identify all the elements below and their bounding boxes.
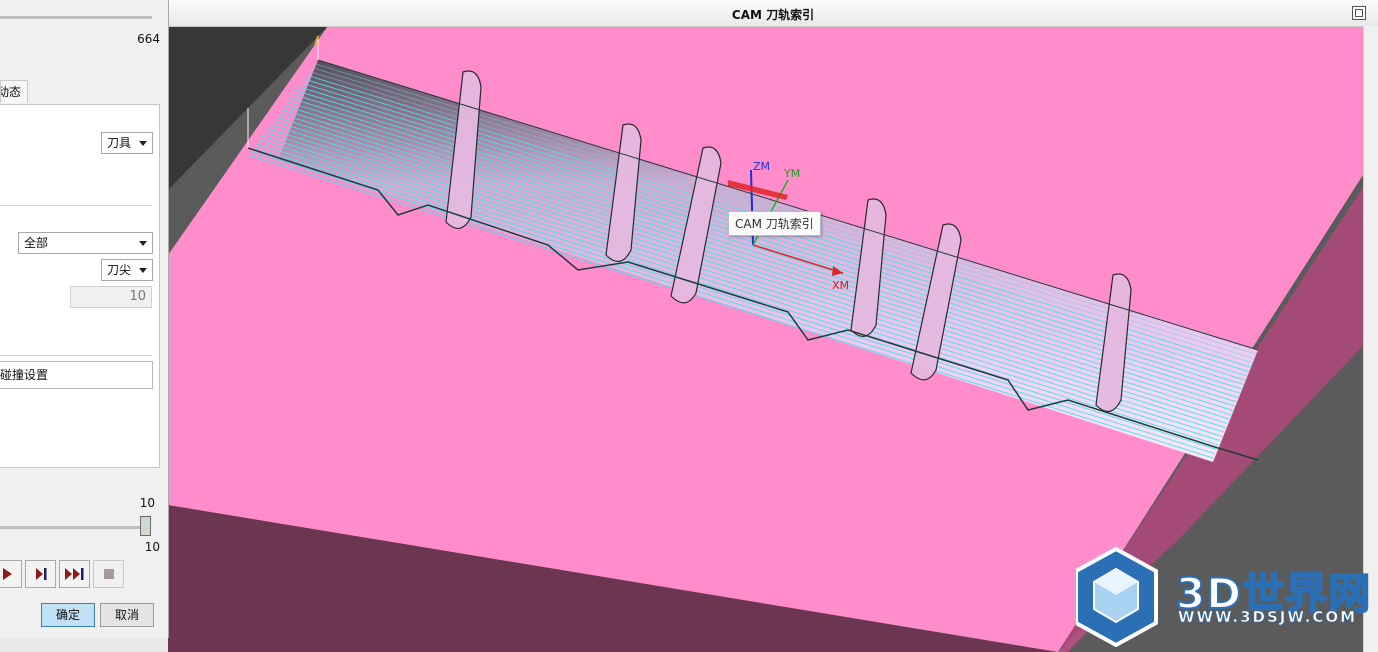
stop-icon bbox=[103, 569, 114, 579]
status-strip bbox=[0, 638, 168, 652]
point-dropdown[interactable]: 刀尖 bbox=[101, 259, 153, 281]
axis-label-z: ZM bbox=[753, 160, 771, 173]
viewport-title: CAM 刀轨索引 bbox=[731, 8, 815, 22]
scope-dropdown[interactable]: 全部 bbox=[18, 232, 153, 254]
divider bbox=[0, 355, 152, 356]
animation-slider[interactable] bbox=[0, 526, 144, 529]
tooltip: CAM 刀轨索引 bbox=[728, 211, 821, 236]
top-value: 664 bbox=[137, 32, 160, 46]
chevron-down-icon bbox=[139, 141, 147, 146]
ok-button[interactable]: 确定 bbox=[41, 603, 95, 627]
step-forward-icon bbox=[35, 568, 46, 580]
viewport-titlebar: CAM 刀轨索引 bbox=[168, 0, 1378, 27]
scope-dropdown-value: 全部 bbox=[24, 236, 49, 250]
tab-dynamic[interactable]: 动态 bbox=[0, 80, 28, 103]
chevron-down-icon bbox=[139, 241, 147, 246]
fast-forward-button[interactable] bbox=[59, 560, 90, 588]
graphics-viewport[interactable]: CAM 刀轨索引 ZM YM XM CAM 刀轨索引 3D世界网 WWW.3DS… bbox=[168, 0, 1378, 652]
cam-panel: 664 动态 刀具 全部 刀尖 10 碰撞设置 10 10 bbox=[0, 0, 169, 638]
slider-thumb[interactable] bbox=[140, 516, 151, 536]
stop-button[interactable] bbox=[93, 560, 124, 588]
axis-label-x: XM bbox=[832, 279, 850, 292]
number-field[interactable]: 10 bbox=[70, 286, 152, 308]
play-icon bbox=[2, 568, 12, 580]
tool-dropdown[interactable]: 刀具 bbox=[101, 132, 153, 154]
play-button[interactable] bbox=[0, 560, 22, 588]
axis-label-y: YM bbox=[784, 167, 801, 180]
step-forward-button[interactable] bbox=[25, 560, 56, 588]
maximize-icon[interactable] bbox=[1352, 6, 1366, 20]
point-dropdown-value: 刀尖 bbox=[107, 263, 132, 277]
fast-forward-icon bbox=[64, 568, 83, 580]
cancel-button[interactable]: 取消 bbox=[100, 603, 154, 627]
chevron-down-icon bbox=[139, 268, 147, 273]
divider bbox=[0, 205, 152, 206]
watermark-url: WWW.3DSJW.COM bbox=[1178, 608, 1358, 627]
top-slider[interactable] bbox=[0, 16, 152, 19]
slider-current-label: 10 bbox=[144, 540, 160, 554]
slider-max-label: 10 bbox=[139, 496, 155, 510]
tool-dropdown-value: 刀具 bbox=[107, 136, 132, 150]
collision-settings-button[interactable]: 碰撞设置 bbox=[0, 361, 153, 389]
